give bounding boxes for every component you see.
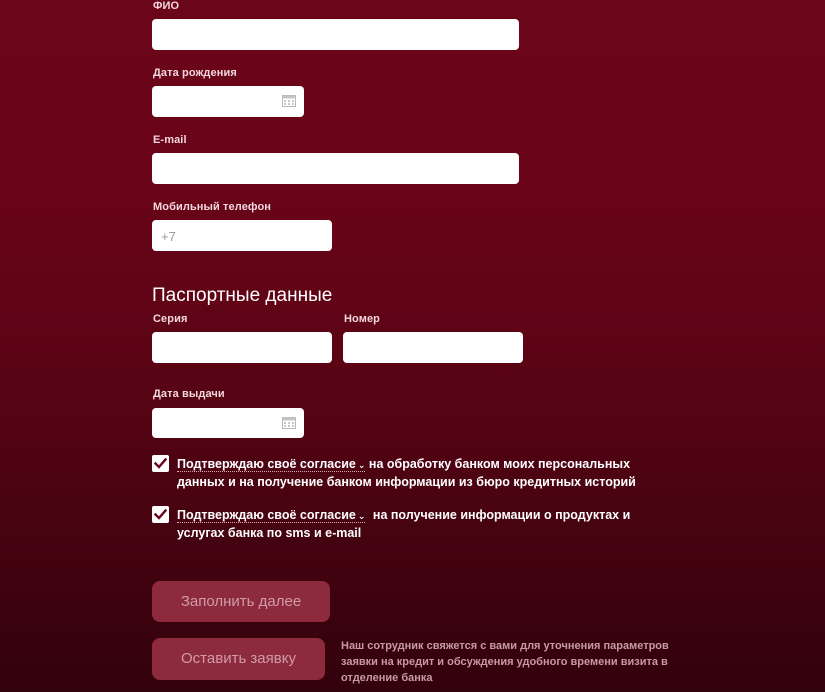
note-line3: отделение банка <box>341 672 433 684</box>
passport-number-input[interactable] <box>343 332 523 363</box>
passport-series-input[interactable] <box>152 332 332 363</box>
consent-line1: на получение информации о продуктах и <box>372 508 631 522</box>
consent-marketing-link[interactable]: Подтверждаю своё согласие ⌄ <box>177 508 366 523</box>
continue-button[interactable]: Заполнить далее <box>152 581 330 622</box>
note-line2: заявки на кредит и обсуждения удобного в… <box>341 656 668 668</box>
consent-line2: данных и на получение банком информации … <box>177 475 636 489</box>
callback-note: Наш сотрудник свяжется с вами для уточне… <box>341 638 691 686</box>
submit-application-button[interactable]: Оставить заявку <box>152 638 325 680</box>
consent-line1: на обработку банком моих персональных <box>368 457 631 471</box>
fio-input[interactable] <box>152 19 519 50</box>
fio-label: ФИО <box>153 0 180 12</box>
email-label: E-mail <box>153 134 187 146</box>
passport-number-label: Номер <box>344 313 380 325</box>
chevron-down-icon: ⌄ <box>357 511 366 521</box>
passport-section-title: Паспортные данные <box>152 285 333 306</box>
calendar-icon[interactable] <box>282 417 296 429</box>
calendar-icon[interactable] <box>282 95 296 107</box>
consent-personal-data-link[interactable]: Подтверждаю своё согласие ⌄ <box>177 457 366 472</box>
checkmark-icon <box>154 457 167 469</box>
issue-date-input[interactable] <box>152 408 304 438</box>
consent-line2: услугах банка по sms и e-mail <box>177 526 362 540</box>
consent-marketing-text: Подтверждаю своё согласие ⌄ на получение … <box>177 507 657 542</box>
email-input[interactable] <box>152 153 519 184</box>
birthdate-label: Дата рождения <box>153 67 237 79</box>
chevron-down-icon: ⌄ <box>357 460 366 470</box>
phone-placeholder: +7 <box>161 229 176 244</box>
phone-label: Мобильный телефон <box>153 201 272 213</box>
passport-series-label: Серия <box>153 313 188 325</box>
issue-date-label: Дата выдачи <box>153 388 225 400</box>
consent-marketing-checkbox[interactable] <box>152 506 169 523</box>
checkmark-icon <box>154 508 167 520</box>
birthdate-input[interactable] <box>152 86 304 117</box>
consent-personal-data-checkbox[interactable] <box>152 455 169 472</box>
note-line1: Наш сотрудник свяжется с вами для уточне… <box>341 640 669 652</box>
consent-personal-data-text: Подтверждаю своё согласие ⌄ на обработку … <box>177 456 657 491</box>
phone-input[interactable]: +7 <box>152 220 332 251</box>
